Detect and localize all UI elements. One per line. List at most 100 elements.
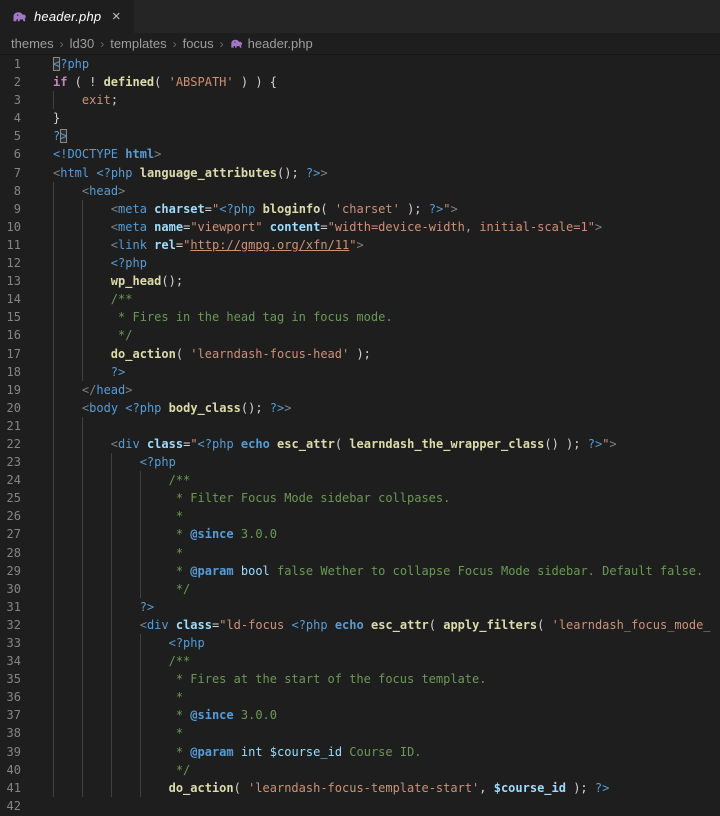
code-token: > [357, 238, 364, 252]
code-line: 23 <?php [0, 453, 720, 471]
code-token: ); [400, 202, 429, 216]
line-content: * @since 3.0.0 [53, 525, 720, 543]
line-content: if ( ! defined( 'ABSPATH' ) ) { [53, 73, 720, 91]
line-content [53, 417, 720, 435]
code-token: int [241, 745, 263, 759]
line-content: } [53, 109, 720, 127]
code-editor[interactable]: 1<?php2if ( ! defined( 'ABSPATH' ) ) {3 … [0, 55, 720, 815]
code-token: , [479, 781, 493, 795]
code-token: html [125, 147, 154, 161]
code-line: 31 ?> [0, 598, 720, 616]
line-content: * @param int $course_id Course ID. [53, 743, 720, 761]
code-line: 4} [0, 109, 720, 127]
code-token: "viewport" [190, 220, 262, 234]
code-line: 24 /** [0, 471, 720, 489]
line-content: <div class="ld-focus <?php echo esc_attr… [53, 616, 720, 634]
line-number: 13 [0, 272, 21, 290]
line-number: 10 [0, 218, 21, 236]
breadcrumb-item-ld30[interactable]: ld30 [69, 36, 96, 51]
line-content: do_action( 'learndash-focus-template-sta… [53, 779, 720, 797]
breadcrumb-item-templates[interactable]: templates [109, 36, 167, 51]
code-token: esc_attr [277, 437, 335, 451]
code-token: @param [190, 745, 233, 759]
code-line: 42 [0, 797, 720, 815]
code-token: */ [53, 763, 190, 777]
line-number: 34 [0, 652, 21, 670]
code-token: echo [335, 618, 364, 632]
line-number: 31 [0, 598, 21, 616]
line-number: 30 [0, 580, 21, 598]
tab-bar: header.php × [0, 0, 720, 33]
code-line: 25 * Filter Focus Mode sidebar collpases… [0, 489, 720, 507]
code-token: <!DOCTYPE [53, 147, 125, 161]
code-token [53, 383, 82, 397]
code-token: <?php [169, 636, 205, 650]
code-token [53, 618, 140, 632]
code-token: < [111, 238, 118, 252]
code-token: class [147, 437, 183, 451]
code-token [234, 745, 241, 759]
code-token: content [270, 220, 321, 234]
code-token: > [320, 166, 327, 180]
close-icon[interactable]: × [108, 9, 124, 25]
code-token: ?> [140, 600, 154, 614]
code-token: * [53, 726, 183, 740]
code-token: meta [118, 202, 147, 216]
code-line: 14 /** [0, 290, 720, 308]
code-line: 5 ?> [0, 127, 720, 145]
code-token: ( [154, 75, 168, 89]
code-token: < [111, 437, 118, 451]
line-number: 25 [0, 489, 21, 507]
code-token: () ); [544, 437, 587, 451]
tab-header-php[interactable]: header.php × [0, 0, 134, 33]
line-number: 11 [0, 236, 21, 254]
breadcrumb-file-label: header.php [248, 36, 313, 51]
line-content: <?php [53, 634, 720, 652]
code-token: language_attributes [140, 166, 277, 180]
code-token: " [349, 238, 356, 252]
line-number: 40 [0, 761, 21, 779]
code-line: 1<?php [0, 55, 720, 73]
code-line: 33 <?php [0, 634, 720, 652]
line-content: ?> [53, 127, 720, 145]
code-token: @since [190, 708, 233, 722]
php-elephant-icon [12, 9, 27, 24]
code-token: head [89, 184, 118, 198]
line-content: <!DOCTYPE html> [53, 145, 720, 163]
code-token: /** [169, 473, 191, 487]
line-number: 37 [0, 706, 21, 724]
code-token: = [320, 220, 327, 234]
breadcrumb-item-file[interactable]: header.php [229, 36, 314, 51]
line-content: <head> [53, 182, 720, 200]
code-line: 22 <div class="<?php echo esc_attr( lear… [0, 435, 720, 453]
code-token: ?> [429, 202, 443, 216]
code-line: 19 </head> [0, 381, 720, 399]
breadcrumb-item-focus[interactable]: focus [182, 36, 215, 51]
line-number: 5 [0, 127, 21, 145]
code-token: <?php [219, 202, 262, 216]
line-number: 8 [0, 182, 21, 200]
line-number: 7 [0, 164, 21, 182]
code-token: <?php [291, 618, 334, 632]
code-token: link [118, 238, 147, 252]
code-token: div [118, 437, 140, 451]
code-token [53, 437, 111, 451]
chevron-separator-icon: › [100, 37, 104, 51]
code-line: 12 <?php [0, 254, 720, 272]
code-token: 3.0.0 [234, 527, 277, 541]
code-token: ) ) { [234, 75, 277, 89]
indent-guide [53, 417, 54, 435]
code-token: @param [190, 564, 233, 578]
code-token [53, 347, 111, 361]
code-token: @since [190, 527, 233, 541]
breadcrumb-item-themes[interactable]: themes [10, 36, 55, 51]
code-token: echo [241, 437, 270, 451]
code-token [364, 618, 371, 632]
code-token: = [176, 238, 183, 252]
code-token: * [53, 509, 183, 523]
line-number: 14 [0, 290, 21, 308]
line-number: 6 [0, 145, 21, 163]
code-token: defined [104, 75, 155, 89]
code-token: = [205, 202, 212, 216]
code-token: ( [176, 347, 190, 361]
